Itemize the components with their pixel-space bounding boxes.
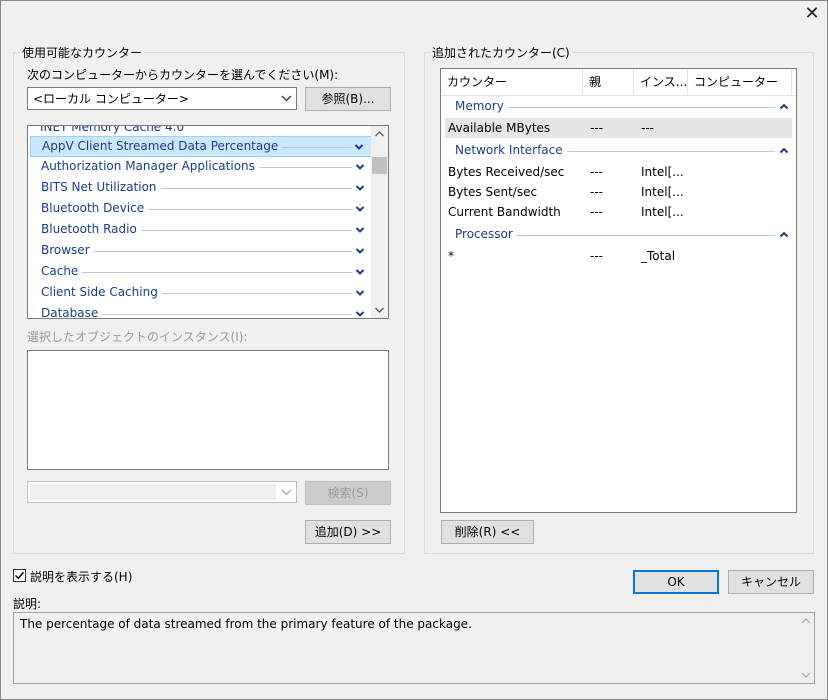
counter-instance-cell: ---: [641, 121, 654, 135]
counter-parent-cell: ---: [590, 121, 603, 135]
expand-chevron-icon[interactable]: [354, 138, 364, 159]
description-text: The percentage of data streamed from the…: [20, 617, 472, 631]
category-label: AppV Client Streamed Data Percentage: [42, 139, 283, 153]
counter-row[interactable]: Current Bandwidth --- Intel[...: [445, 202, 792, 222]
list-scrollbar[interactable]: [371, 126, 388, 318]
header-computer[interactable]: コンピューター: [688, 69, 792, 95]
computer-combo[interactable]: <ローカル コンピューター>: [27, 87, 297, 110]
object-group-label: Processor: [455, 227, 517, 241]
available-counters-title: 使用可能なカウンター: [20, 44, 145, 61]
collapse-chevron-icon[interactable]: [779, 98, 789, 119]
object-group-header[interactable]: Processor: [445, 225, 795, 245]
category-label: Authorization Manager Applications: [41, 159, 259, 173]
object-group-label: Memory: [455, 99, 508, 113]
category-item[interactable]: Bluetooth Device: [30, 199, 373, 220]
added-counters-title: 追加されたカウンター(C): [430, 44, 572, 61]
counter-name-cell: Available MBytes: [448, 121, 551, 135]
description-box[interactable]: The percentage of data streamed from the…: [13, 612, 815, 684]
category-item[interactable]: Authorization Manager Applications: [30, 157, 373, 178]
scroll-down-icon[interactable]: [798, 667, 814, 686]
instances-label: 選択したオブジェクトのインスタンス(I):: [27, 330, 248, 344]
object-group-header[interactable]: Network Interface: [445, 141, 795, 161]
counter-row[interactable]: Available MBytes --- ---: [445, 118, 792, 138]
counter-name-cell: Current Bandwidth: [448, 205, 561, 219]
header-counter[interactable]: カウンター: [441, 69, 583, 95]
ok-button[interactable]: OK: [633, 570, 719, 594]
description-label: 説明:: [13, 597, 42, 611]
chevron-down-icon: [281, 88, 292, 111]
counter-category-list[interactable]: INET Memory Cache 4.0 AppV Client Stream…: [27, 125, 389, 319]
category-label: Bluetooth Radio: [41, 222, 141, 236]
cancel-button[interactable]: キャンセル: [728, 570, 814, 594]
counter-parent-cell: ---: [590, 185, 603, 199]
counter-row[interactable]: * --- _Total: [445, 246, 792, 266]
category-item[interactable]: Browser: [30, 241, 373, 262]
counter-instance-cell: _Total: [641, 249, 676, 263]
expand-chevron-icon[interactable]: [355, 305, 365, 318]
category-item[interactable]: Cache: [30, 262, 373, 283]
category-label: BITS Net Utilization: [41, 180, 161, 194]
counter-instance-cell: Intel[...: [641, 185, 684, 199]
instances-list[interactable]: [27, 350, 389, 470]
expand-chevron-icon[interactable]: [355, 200, 365, 221]
counter-instance-cell: Intel[...: [641, 205, 684, 219]
counter-instance-cell: Intel[...: [641, 165, 684, 179]
expand-chevron-icon[interactable]: [355, 263, 365, 284]
expand-chevron-icon[interactable]: [355, 179, 365, 200]
table-header: カウンター 親 インス... コンピューター: [441, 69, 796, 96]
search-combo: [27, 481, 297, 503]
collapse-chevron-icon[interactable]: [779, 226, 789, 247]
show-description-label[interactable]: 説明を表示する(H): [30, 568, 132, 585]
scroll-up-icon[interactable]: [798, 613, 814, 632]
counter-name-cell: *: [448, 249, 454, 263]
search-button[interactable]: 検索(S): [305, 481, 391, 505]
scroll-thumb[interactable]: [372, 157, 387, 174]
counter-name-cell: Bytes Sent/sec: [448, 185, 538, 199]
header-parent[interactable]: 親: [583, 69, 634, 95]
category-label: Browser: [41, 243, 94, 257]
chevron-down-icon: [281, 482, 292, 505]
scroll-up-icon[interactable]: [371, 126, 388, 142]
scroll-down-icon[interactable]: [371, 302, 388, 318]
category-divider: [42, 272, 352, 273]
category-label: Cache: [41, 264, 83, 278]
category-item[interactable]: AppV Client Streamed Data Percentage: [30, 136, 373, 157]
header-instance[interactable]: インス...: [634, 69, 688, 95]
counter-parent-cell: ---: [590, 205, 603, 219]
category-item[interactable]: Bluetooth Radio: [30, 220, 373, 241]
show-description-checkbox[interactable]: [13, 569, 26, 582]
add-button[interactable]: 追加(D) >>: [305, 520, 391, 544]
counter-row[interactable]: Bytes Received/sec --- Intel[...: [445, 162, 792, 182]
added-counters-table[interactable]: カウンター 親 インス... コンピューター Memory Available M…: [440, 68, 797, 513]
counter-name-cell: Bytes Received/sec: [448, 165, 565, 179]
category-item[interactable]: Client Side Caching: [30, 283, 373, 304]
computer-prompt-label: 次のコンピューターからカウンターを選んでください(M):: [27, 68, 339, 82]
collapse-chevron-icon[interactable]: [779, 142, 789, 163]
expand-chevron-icon[interactable]: [355, 242, 365, 263]
computer-combo-value: <ローカル コンピューター>: [33, 92, 189, 106]
category-label: Client Side Caching: [41, 285, 162, 299]
object-group-label: Network Interface: [455, 143, 567, 157]
category-label: Database: [41, 306, 103, 318]
counter-parent-cell: ---: [590, 249, 603, 263]
counter-parent-cell: ---: [590, 165, 603, 179]
expand-chevron-icon[interactable]: [355, 158, 365, 179]
counter-row[interactable]: Bytes Sent/sec --- Intel[...: [445, 182, 792, 202]
description-scrollbar[interactable]: [798, 613, 814, 683]
expand-chevron-icon[interactable]: [355, 221, 365, 242]
category-item[interactable]: BITS Net Utilization: [30, 178, 373, 199]
close-icon[interactable]: ✕: [800, 4, 824, 26]
category-label: Bluetooth Device: [41, 201, 149, 215]
category-item[interactable]: Database: [30, 304, 373, 318]
partial-top-item: INET Memory Cache 4.0: [40, 125, 185, 134]
remove-button[interactable]: 削除(R) <<: [441, 520, 534, 544]
object-group-header[interactable]: Memory: [445, 97, 795, 117]
browse-button[interactable]: 参照(B)...: [305, 87, 391, 111]
expand-chevron-icon[interactable]: [355, 284, 365, 305]
